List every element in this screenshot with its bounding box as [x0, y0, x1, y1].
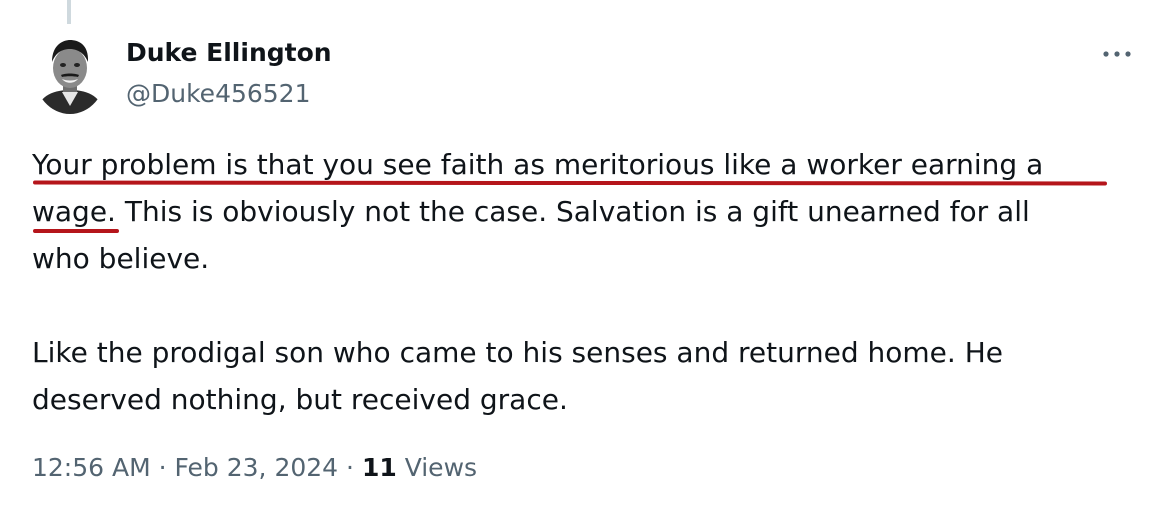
more-options-button[interactable]	[1098, 38, 1138, 68]
author-handle[interactable]: @Duke456521	[126, 79, 311, 108]
tweet-text-line: who believe.	[32, 242, 210, 275]
more-horizontal-icon	[1103, 51, 1131, 57]
avatar[interactable]	[34, 32, 106, 114]
views-count: 11	[361, 453, 397, 482]
tweet-text-line: Like the prodigal son who came to his se…	[32, 336, 1003, 369]
views-label: Views	[404, 453, 478, 482]
paragraph-break	[32, 282, 1132, 329]
author-name[interactable]: Duke Ellington	[126, 38, 332, 67]
tweet-text-line: wage. This is obviously not the case. Sa…	[32, 195, 1030, 228]
tweet-text-line: deserved nothing, but received grace.	[32, 383, 568, 416]
tweet-time[interactable]: 12:56 AM	[32, 453, 151, 482]
tweet-metadata: 12:56 AM · Feb 23, 2024 · 11 Views	[32, 453, 477, 482]
meta-separator: ·	[158, 453, 167, 482]
thread-connector-line	[67, 0, 71, 24]
tweet-date[interactable]: Feb 23, 2024	[175, 453, 339, 482]
annotation-underline	[33, 229, 119, 233]
avatar-portrait-icon	[34, 32, 106, 114]
meta-separator: ·	[346, 453, 354, 482]
